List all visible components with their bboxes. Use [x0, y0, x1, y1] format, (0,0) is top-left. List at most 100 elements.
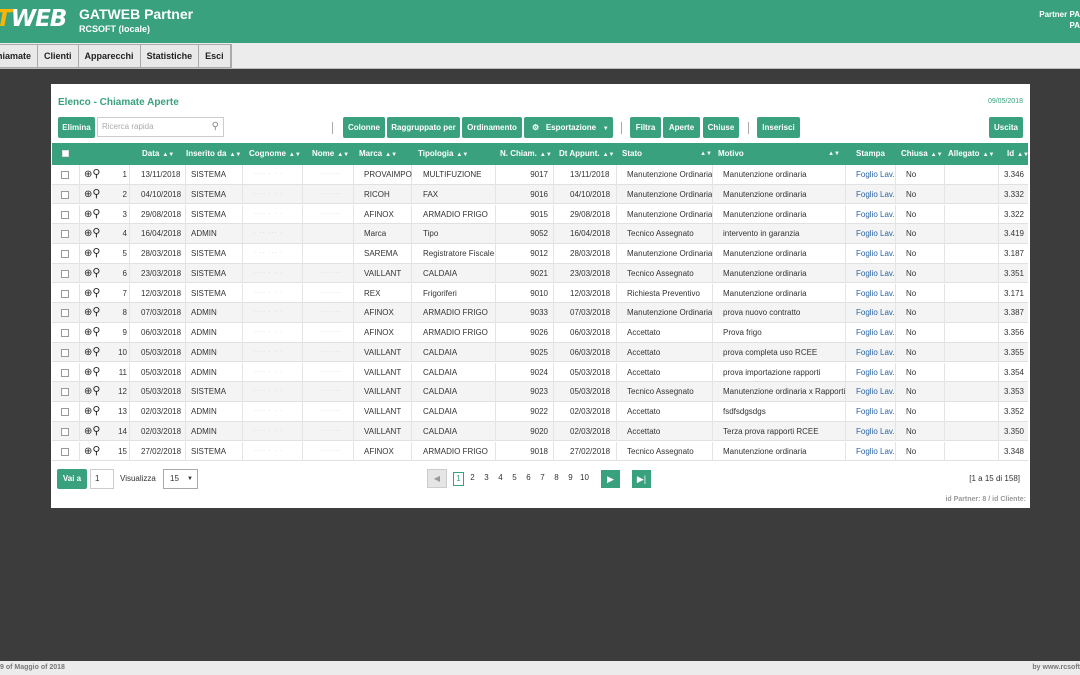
per-page-select[interactable]: 15 ▼ — [163, 469, 198, 489]
row-checkbox[interactable] — [61, 348, 69, 357]
magnifier-icon[interactable]: ⚲ — [92, 168, 100, 180]
page-input[interactable]: 1 — [90, 469, 114, 489]
col-allegato[interactable]: Allegato ▲▼ — [948, 143, 994, 165]
next-page-button[interactable]: ▶ — [601, 470, 620, 488]
magnifier-icon[interactable]: ⚲ — [92, 188, 100, 200]
search-input[interactable]: Ricerca rapida ⚲ — [97, 117, 224, 137]
table-row[interactable]: ⊕⚲ 1 13/11/2018 SISTEMA ···· · · · ······· PRO… — [52, 165, 1028, 185]
select-all-checkbox[interactable] — [62, 150, 69, 157]
row-checkbox[interactable] — [61, 250, 69, 258]
vai-a-button[interactable]: Vai a — [57, 469, 87, 489]
magnifier-icon[interactable]: ⚲ — [92, 445, 100, 457]
magnifier-icon[interactable]: ⚲ — [92, 425, 100, 437]
magnifier-icon[interactable]: ⚲ — [92, 405, 100, 417]
row-checkbox[interactable] — [61, 408, 69, 416]
page-1[interactable]: 1 — [453, 472, 464, 486]
table-row[interactable]: ⊕⚲ 9 06/03/2018 ADMIN ···· · · · ······· AFINO… — [52, 323, 1028, 343]
magnifier-icon[interactable]: ⚲ — [92, 306, 100, 318]
row-checkbox[interactable] — [61, 269, 69, 278]
cell-stampa[interactable]: Foglio Lav. — [856, 185, 895, 205]
col-chiusa[interactable]: Chiusa ▲▼ — [901, 143, 943, 165]
cell-stampa[interactable]: Foglio Lav. — [856, 205, 895, 225]
page-10[interactable]: 10 — [579, 472, 590, 486]
table-row[interactable]: ⊕⚲ 8 07/03/2018 ADMIN ···· · · · ······· AFINO… — [52, 303, 1028, 323]
row-checkbox[interactable] — [61, 171, 69, 179]
cell-stampa[interactable]: Foglio Lav. — [856, 264, 895, 284]
table-row[interactable]: ⊕⚲ 12 05/03/2018 SISTEMA ···· · · · ······· VA… — [52, 382, 1028, 402]
magnifier-icon[interactable]: ⚲ — [92, 326, 100, 338]
cell-stampa[interactable]: Foglio Lav. — [856, 343, 895, 363]
row-checkbox[interactable] — [61, 289, 69, 298]
magnifier-icon[interactable]: ⚲ — [92, 247, 100, 259]
row-checkbox[interactable] — [61, 329, 69, 337]
page-7[interactable]: 7 — [537, 472, 548, 486]
chiuse-button[interactable]: Chiuse — [703, 117, 739, 138]
col-data[interactable]: Data ▲▼ — [142, 143, 174, 165]
magnifier-icon[interactable]: ⚲ — [92, 208, 100, 220]
colonne-button[interactable]: Colonne — [343, 117, 385, 138]
col-stampa[interactable]: Stampa — [856, 143, 885, 165]
page-3[interactable]: 3 — [481, 472, 492, 486]
page-2[interactable]: 2 — [467, 472, 478, 486]
page-9[interactable]: 9 — [565, 472, 576, 486]
table-row[interactable]: ⊕⚲ 2 04/10/2018 SISTEMA ···· · · · ······· RIC… — [52, 184, 1028, 205]
magnifier-icon[interactable]: ⚲ — [92, 385, 100, 397]
page-6[interactable]: 6 — [523, 472, 534, 486]
cell-stampa[interactable]: Foglio Lav. — [856, 422, 895, 442]
magnifier-icon[interactable]: ⚲ — [92, 227, 100, 239]
page-8[interactable]: 8 — [551, 472, 562, 486]
col-marca[interactable]: Marca ▲▼ — [359, 143, 397, 165]
row-checkbox[interactable] — [61, 388, 69, 397]
cell-stampa[interactable]: Foglio Lav. — [856, 382, 895, 402]
esportazione-dropdown[interactable]: ⚙ Esportazione ▼ — [524, 117, 613, 138]
menu-esci[interactable]: Esci — [199, 45, 231, 67]
table-row[interactable]: ⊕⚲ 3 29/08/2018 SISTEMA ···· · · · ······· AFI… — [52, 204, 1028, 225]
menu-clienti[interactable]: Clienti — [38, 45, 79, 67]
col-n-chiam[interactable]: N. Chiam. ▲▼ — [500, 143, 552, 165]
magnifier-icon[interactable]: ⚲ — [92, 287, 100, 299]
cell-stampa[interactable]: Foglio Lav. — [856, 224, 895, 244]
row-checkbox[interactable] — [61, 427, 69, 436]
row-checkbox[interactable] — [61, 230, 69, 239]
row-checkbox[interactable] — [61, 309, 69, 318]
cell-stampa[interactable]: Foglio Lav. — [856, 165, 895, 185]
magnifier-icon[interactable]: ⚲ — [92, 346, 100, 358]
page-4[interactable]: 4 — [495, 472, 506, 486]
cell-stampa[interactable]: Foglio Lav. — [856, 363, 895, 383]
uscita-button[interactable]: Uscita — [989, 117, 1023, 138]
menu-statistiche[interactable]: Statistiche — [141, 45, 200, 67]
col-tipologia[interactable]: Tipologia ▲▼ — [418, 143, 468, 165]
page-5[interactable]: 5 — [509, 472, 520, 486]
magnifier-icon[interactable]: ⚲ — [92, 267, 100, 279]
raggruppato-button[interactable]: Raggruppato per — [387, 117, 460, 138]
table-row[interactable]: ⊕⚲ 10 05/03/2018 ADMIN ···· · · · ······· VAIL… — [52, 342, 1028, 363]
table-row[interactable]: ⊕⚲ 15 27/02/2018 SISTEMA ···· · · · ······· AF… — [52, 441, 1028, 462]
cell-stampa[interactable]: Foglio Lav. — [856, 284, 895, 304]
col-inserito-da[interactable]: Inserito da ▲▼ — [186, 143, 241, 165]
inserisci-button[interactable]: Inserisci — [757, 117, 800, 138]
cell-stampa[interactable]: Foglio Lav. — [856, 244, 895, 264]
col-motivo[interactable]: Motivo ▲▼ — [718, 143, 840, 165]
row-checkbox[interactable] — [61, 210, 69, 219]
table-row[interactable]: ⊕⚲ 6 23/03/2018 SISTEMA ···· · · · ······· VAI… — [52, 263, 1028, 284]
table-row[interactable]: ⊕⚲ 11 05/03/2018 ADMIN ···· · · · ······· VAIL… — [52, 362, 1028, 383]
row-checkbox[interactable] — [61, 190, 69, 199]
magnifier-icon[interactable]: ⚲ — [92, 366, 100, 378]
filtra-button[interactable]: Filtra — [630, 117, 661, 138]
elimina-button[interactable]: Elimina — [58, 117, 95, 138]
cell-stampa[interactable]: Foglio Lav. — [856, 402, 895, 422]
table-row[interactable]: ⊕⚲ 14 02/03/2018 ADMIN ···· · · · ······· VAIL… — [52, 421, 1028, 442]
menu-chiamate[interactable]: hiamate — [0, 45, 39, 67]
cell-stampa[interactable]: Foglio Lav. — [856, 323, 895, 343]
table-row[interactable]: ⊕⚲ 7 12/03/2018 SISTEMA ···· · · · ······· REX… — [52, 283, 1028, 304]
col-id[interactable]: Id ▲▼ — [1007, 143, 1029, 165]
table-row[interactable]: ⊕⚲ 4 16/04/2018 ADMIN · ·· ··· · Marca Tipo 905… — [52, 224, 1028, 244]
table-row[interactable]: ⊕⚲ 5 28/03/2018 SISTEMA · ·· ··· · SAREMA Regi… — [52, 244, 1028, 264]
col-stato[interactable]: Stato ▲▼ — [622, 143, 712, 165]
cell-stampa[interactable]: Foglio Lav. — [856, 303, 895, 323]
cell-stampa[interactable]: Foglio Lav. — [856, 442, 895, 462]
col-nome[interactable]: Nome ▲▼ — [312, 143, 349, 165]
row-checkbox[interactable] — [61, 447, 69, 456]
col-dt-appunt[interactable]: Dt Appunt. ▲▼ — [559, 143, 614, 165]
aperte-button[interactable]: Aperte — [663, 117, 700, 138]
